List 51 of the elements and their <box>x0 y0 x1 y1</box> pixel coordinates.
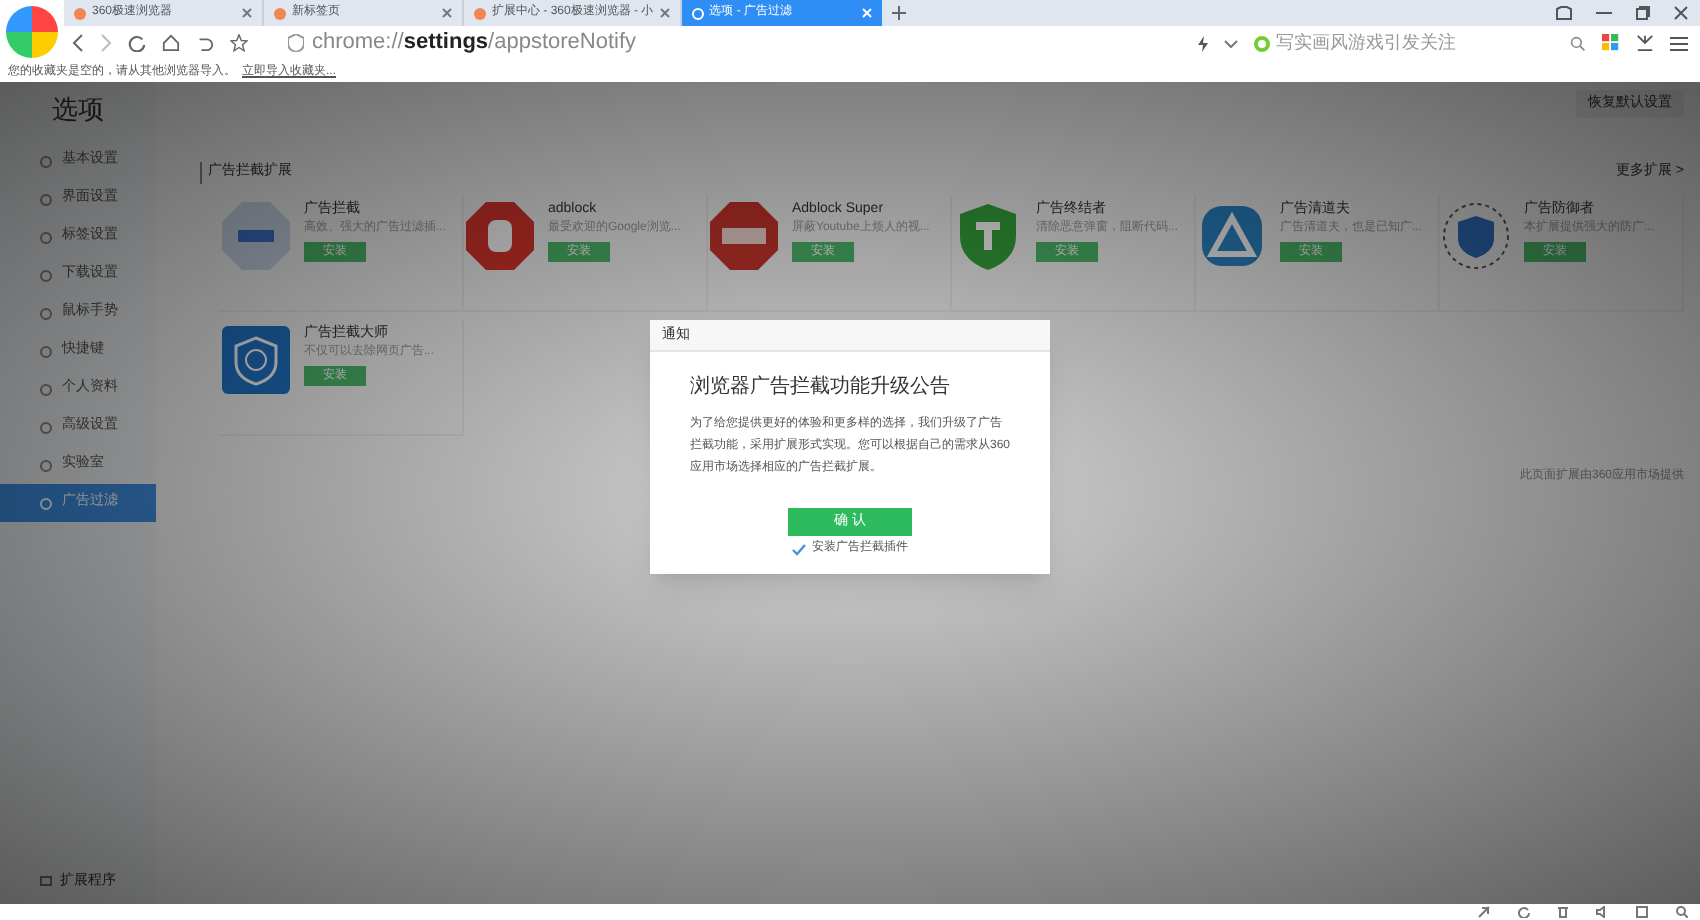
octagon-icon <box>220 199 292 271</box>
new-tab-icon[interactable] <box>891 6 906 20</box>
dialog-heading: 浏览器广告拦截功能升级公告 <box>690 373 952 402</box>
search-engine-icon <box>1254 35 1270 51</box>
download-icon[interactable] <box>1636 34 1654 52</box>
window-icon[interactable] <box>1636 906 1648 918</box>
address-bar[interactable]: chrome://settings/appstoreNotify <box>288 26 1182 60</box>
star-icon[interactable] <box>230 34 248 52</box>
close-icon[interactable] <box>659 8 670 18</box>
trash-icon[interactable] <box>1558 906 1568 918</box>
refresh-icon[interactable] <box>1518 906 1530 918</box>
back-icon[interactable] <box>72 34 84 52</box>
tab-favicon-icon <box>274 7 286 19</box>
undo-icon[interactable] <box>196 34 214 52</box>
menu-icon[interactable] <box>1670 35 1688 51</box>
octagon-icon <box>708 199 780 271</box>
shield-icon <box>220 323 292 395</box>
setting-icon <box>40 307 52 319</box>
dropdown-icon[interactable] <box>1224 39 1238 47</box>
setting-icon <box>40 193 52 205</box>
search-field[interactable]: 写实画风游戏引发关注 <box>1254 29 1554 57</box>
apps-icon[interactable] <box>1602 34 1620 52</box>
setting-icon <box>40 383 52 395</box>
rocket-icon[interactable] <box>1478 906 1490 918</box>
reload-icon[interactable] <box>128 34 146 52</box>
setting-icon <box>40 155 52 167</box>
close-icon[interactable] <box>242 8 252 18</box>
home-icon[interactable] <box>162 34 180 52</box>
search-icon[interactable] <box>1570 35 1586 51</box>
shield-icon <box>288 34 304 52</box>
setting-icon <box>40 421 52 433</box>
tab-favicon-icon <box>474 7 486 19</box>
browser-logo-icon[interactable] <box>6 6 58 58</box>
setting-icon <box>40 269 52 281</box>
close-icon[interactable] <box>1674 6 1688 20</box>
zoom-icon[interactable] <box>1676 906 1688 918</box>
page-title: 选项 <box>50 92 106 128</box>
checkbox[interactable] <box>792 542 806 556</box>
tab-favicon-icon <box>691 7 704 19</box>
setting-icon <box>40 345 52 357</box>
close-icon[interactable] <box>442 8 452 18</box>
url-text: chrome://settings/appstoreNotify <box>312 28 637 59</box>
speaker-icon[interactable] <box>1596 906 1608 918</box>
shield-icon <box>1440 199 1512 271</box>
tab-favicon-icon <box>74 7 86 19</box>
shirt-icon[interactable] <box>1556 6 1572 20</box>
setting-icon <box>40 497 52 509</box>
restore-icon[interactable] <box>1636 6 1650 20</box>
setting-icon <box>40 459 52 471</box>
lightning-icon[interactable] <box>1198 35 1208 51</box>
setting-icon <box>40 231 52 243</box>
